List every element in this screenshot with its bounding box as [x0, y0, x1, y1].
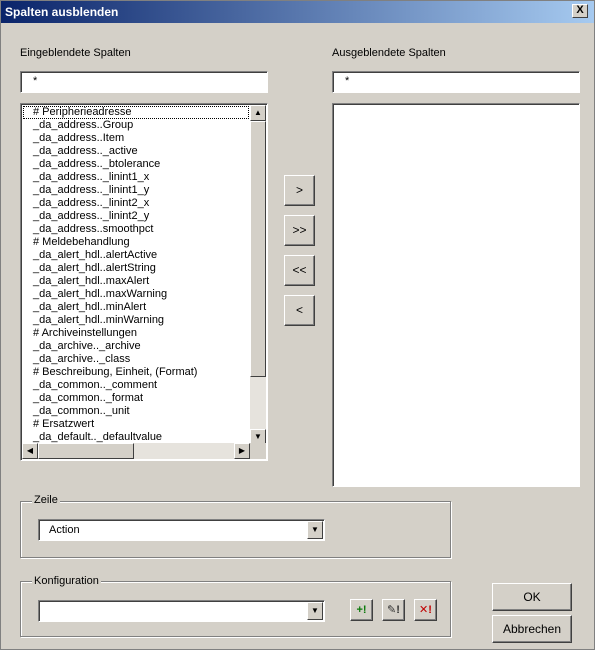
hidden-columns-list[interactable]	[332, 103, 580, 487]
visible-columns-filter-input[interactable]: *	[20, 71, 268, 93]
edit-icon: ✎!	[387, 604, 400, 616]
horizontal-scroll-thumb[interactable]	[38, 443, 134, 459]
list-item[interactable]: _da_common.._format	[23, 392, 249, 405]
chevron-down-icon[interactable]: ▼	[307, 521, 323, 539]
visible-columns-list[interactable]: # Peripherieadresse _da_address..Group _da…	[20, 103, 268, 461]
scroll-up-icon[interactable]: ▲	[250, 105, 266, 121]
visible-columns-label: Eingeblendete Spalten	[20, 47, 131, 59]
list-item[interactable]: _da_address..Group	[23, 119, 249, 132]
title-bar: Spalten ausblenden X	[1, 1, 594, 23]
list-item[interactable]: _da_address.._active	[23, 145, 249, 158]
scroll-left-icon[interactable]: ◀	[22, 443, 38, 459]
add-icon: +!	[356, 604, 367, 616]
list-item[interactable]: # Meldebehandlung	[23, 236, 249, 249]
list-item[interactable]: _da_address..smoothpct	[23, 223, 249, 236]
move-all-left-button[interactable]: <<	[284, 255, 315, 286]
list-item[interactable]: # Ersatzwert	[23, 418, 249, 431]
list-item[interactable]: _da_address.._btolerance	[23, 158, 249, 171]
scroll-right-icon[interactable]: ▶	[234, 443, 250, 459]
move-all-right-button[interactable]: >>	[284, 215, 315, 246]
visible-columns-vertical-scrollbar[interactable]: ▲ ▼	[250, 105, 266, 445]
list-item[interactable]: _da_address..Item	[23, 132, 249, 145]
list-item[interactable]: # Archiveinstellungen	[23, 327, 249, 340]
chevron-down-icon[interactable]: ▼	[307, 602, 323, 620]
list-item[interactable]: _da_alert_hdl..minAlert	[23, 301, 249, 314]
list-item[interactable]: _da_archive.._archive	[23, 340, 249, 353]
list-item[interactable]: _da_alert_hdl..minWarning	[23, 314, 249, 327]
hidden-columns-label: Ausgeblendete Spalten	[332, 47, 446, 59]
add-config-button[interactable]: +!	[350, 599, 373, 621]
list-item[interactable]: _da_alert_hdl..maxAlert	[23, 275, 249, 288]
edit-config-button[interactable]: ✎!	[382, 599, 405, 621]
list-item[interactable]: _da_archive.._class	[23, 353, 249, 366]
list-item[interactable]: _da_address.._linint1_y	[23, 184, 249, 197]
list-item[interactable]: _da_address.._linint2_x	[23, 197, 249, 210]
move-one-left-button[interactable]: <	[284, 295, 315, 326]
list-item[interactable]: _da_address.._linint2_y	[23, 210, 249, 223]
list-item[interactable]: _da_common.._comment	[23, 379, 249, 392]
hidden-columns-filter-input[interactable]: *	[332, 71, 580, 93]
delete-config-button[interactable]: ✕!	[414, 599, 437, 621]
list-item[interactable]: _da_alert_hdl..maxWarning	[23, 288, 249, 301]
row-group-title: Zeile	[32, 494, 60, 506]
list-item[interactable]: # Beschreibung, Einheit, (Format)	[23, 366, 249, 379]
row-select[interactable]: Action ▼	[38, 519, 325, 541]
vertical-scroll-thumb[interactable]	[250, 121, 266, 377]
row-select-value: Action	[49, 524, 80, 536]
visible-columns-horizontal-scrollbar[interactable]: ◀ ▶	[22, 443, 250, 459]
config-group-title: Konfiguration	[32, 575, 101, 587]
dialog-window: Spalten ausblenden X Eingeblendete Spalt…	[0, 0, 595, 650]
list-item[interactable]: _da_alert_hdl..alertString	[23, 262, 249, 275]
delete-icon: ✕!	[419, 604, 432, 616]
scrollbar-corner	[250, 443, 266, 459]
list-item[interactable]: _da_alert_hdl..alertActive	[23, 249, 249, 262]
ok-button[interactable]: OK	[492, 583, 572, 611]
window-title: Spalten ausblenden	[5, 5, 119, 19]
close-button[interactable]: X	[572, 4, 588, 18]
config-select[interactable]: ▼	[38, 600, 325, 622]
list-item[interactable]: _da_common.._unit	[23, 405, 249, 418]
list-item[interactable]: # Peripherieadresse	[23, 106, 249, 119]
visible-columns-items: # Peripherieadresse _da_address..Group _da…	[23, 106, 249, 444]
list-item[interactable]: _da_address.._linint1_x	[23, 171, 249, 184]
cancel-button[interactable]: Abbrechen	[492, 615, 572, 643]
move-one-right-button[interactable]: >	[284, 175, 315, 206]
